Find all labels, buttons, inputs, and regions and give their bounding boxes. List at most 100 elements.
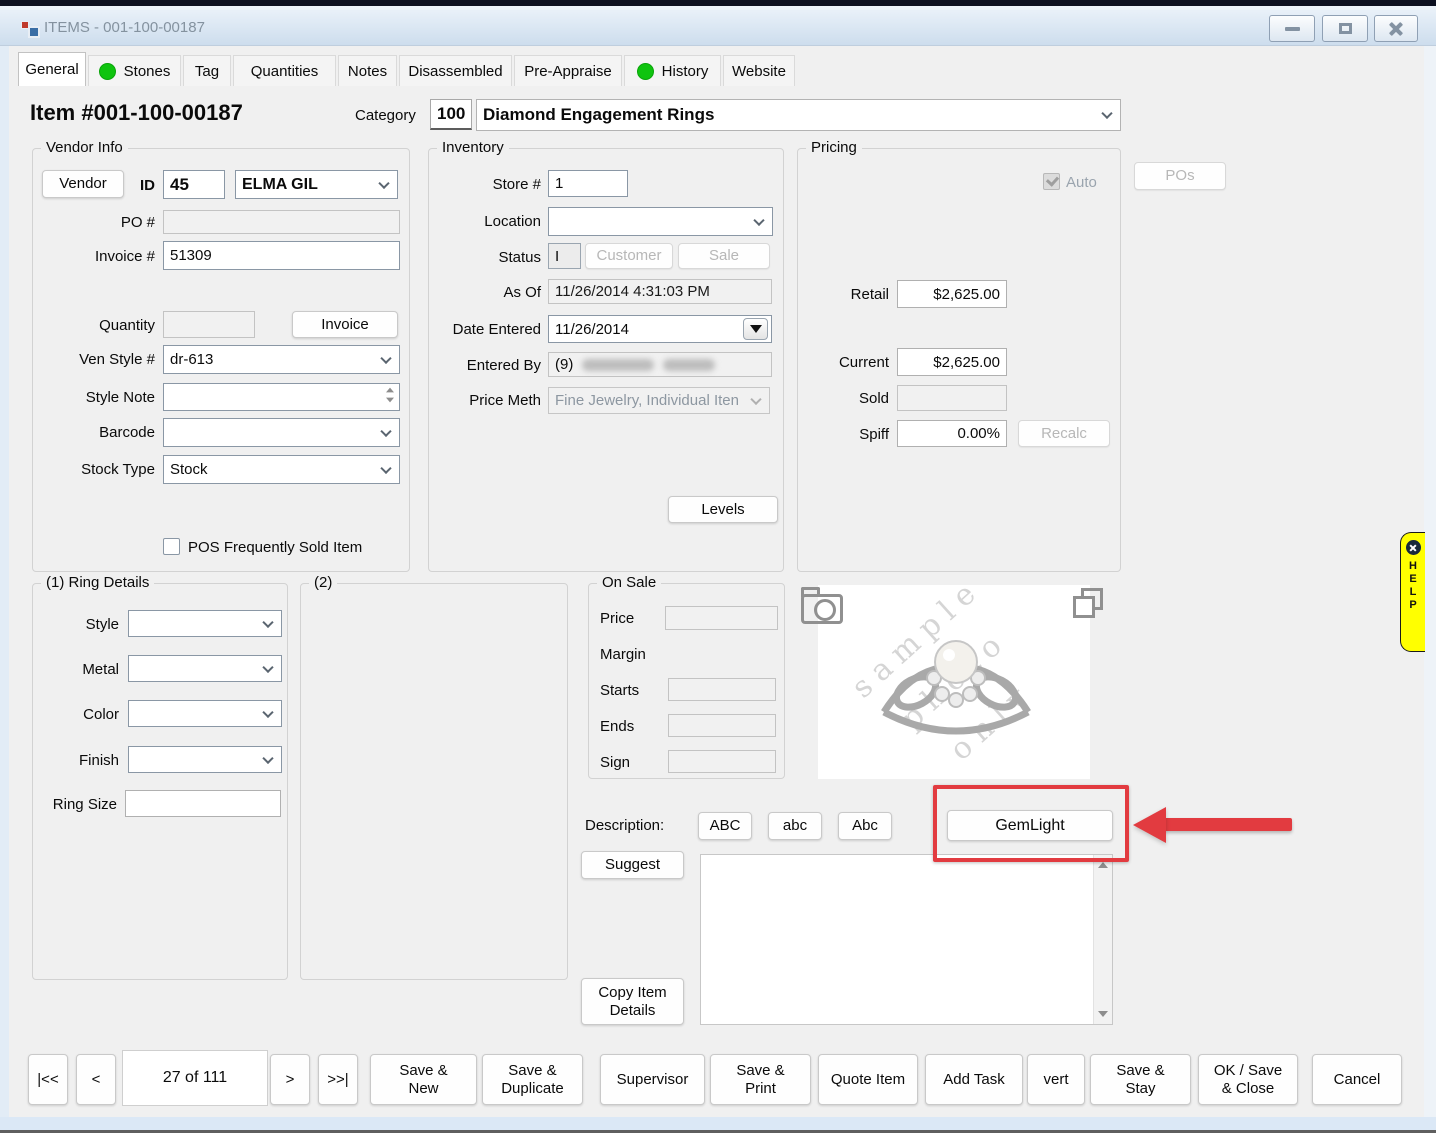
style-note-field[interactable] [163,383,400,411]
chevron-down-icon [1101,108,1112,119]
price-method-dropdown[interactable]: Fine Jewelry, Individual Iten [548,387,770,414]
sale-ends-field [668,714,776,737]
tab-tag[interactable]: Tag [183,55,231,86]
customer-button[interactable]: Customer [585,243,673,269]
store-number-field[interactable]: 1 [548,170,628,197]
barcode-dropdown[interactable] [163,418,400,447]
vendor-button[interactable]: Vendor [42,170,124,198]
tab-disassembled[interactable]: Disassembled [399,55,512,86]
po-number-field [163,210,400,234]
spinner-down-icon [386,398,394,403]
vendor-id-field[interactable]: 45 [163,170,225,199]
revert-button[interactable]: vert [1027,1054,1085,1105]
ven-style-label: Ven Style # [32,351,155,368]
chevron-down-icon [262,661,273,672]
items-window: ITEMS - 001-100-00187 General Stones Tag… [0,0,1436,1133]
chevron-down-icon [262,752,273,763]
scroll-up-icon[interactable] [1098,862,1108,868]
cancel-button[interactable]: Cancel [1312,1054,1402,1105]
camera-icon[interactable] [801,594,843,624]
tab-pre-appraise[interactable]: Pre-Appraise [514,55,622,86]
invoice-number-field[interactable]: 51309 [163,241,400,270]
redacted-name [582,359,654,371]
tab-general[interactable]: General [18,52,86,86]
invoice-button[interactable]: Invoice [292,311,398,338]
tab-notes[interactable]: Notes [338,55,397,86]
tab-stones[interactable]: Stones [88,55,181,86]
category-dropdown[interactable]: Diamond Engagement Rings [476,99,1121,131]
help-tab[interactable]: H E L P [1400,532,1425,652]
style-dropdown[interactable] [128,610,282,637]
save-and-new-button[interactable]: Save & New [370,1054,477,1105]
levels-button[interactable]: Levels [668,496,778,523]
description-scrollbar[interactable] [1093,855,1112,1024]
chevron-down-icon [380,462,391,473]
close-button[interactable] [1374,15,1418,42]
nav-next-button[interactable]: > [270,1054,310,1105]
maximize-button[interactable] [1322,15,1368,42]
spinner-control[interactable] [385,387,395,403]
sale-starts-field [668,678,776,701]
category-code-field[interactable]: 100 [430,99,472,130]
add-task-button[interactable]: Add Task [925,1054,1023,1105]
minimize-button[interactable] [1269,15,1315,42]
stock-type-dropdown[interactable]: Stock [163,455,400,484]
tab-quantities[interactable]: Quantities [233,55,336,86]
entered-by-field: (9) [548,352,772,377]
titlecase-button[interactable]: Abc [838,812,892,840]
sale-price-label: Price [600,610,634,627]
retail-price-field[interactable]: $2,625.00 [897,280,1007,308]
quote-item-button[interactable]: Quote Item [818,1054,918,1105]
color-label: Color [33,706,119,723]
date-dropdown-button[interactable] [743,318,768,340]
date-entered-field[interactable]: 11/26/2014 [548,315,772,343]
spiff-field[interactable]: 0.00% [897,420,1007,447]
ring-size-field[interactable] [125,790,281,817]
tab-website[interactable]: Website [723,55,795,86]
nav-last-button[interactable]: >>| [318,1054,358,1105]
description-textarea[interactable] [700,854,1113,1025]
pos-frequently-sold-checkbox[interactable] [163,538,180,555]
margin-label: Margin [600,646,646,663]
description-label: Description: [585,817,664,834]
chevron-down-icon [378,177,389,188]
location-dropdown[interactable] [548,207,773,236]
recalc-button[interactable]: Recalc [1018,420,1110,447]
color-dropdown[interactable] [128,700,282,727]
status-field[interactable]: I [548,243,581,269]
metal-dropdown[interactable] [128,655,282,682]
save-and-stay-button[interactable]: Save & Stay [1090,1054,1191,1105]
as-of-label: As Of [427,284,541,301]
supervisor-button[interactable]: Supervisor [600,1054,705,1105]
price-meth-label: Price Meth [427,392,541,409]
quantity-label: Quantity [32,317,155,334]
help-close-icon[interactable] [1406,540,1421,555]
save-and-print-button[interactable]: Save & Print [710,1054,811,1105]
save-and-duplicate-button[interactable]: Save & Duplicate [482,1054,583,1105]
auto-checkbox[interactable] [1043,173,1060,190]
copy-photo-icon[interactable] [1073,588,1107,620]
current-price-field[interactable]: $2,625.00 [897,348,1007,376]
finish-label: Finish [33,752,119,769]
starts-label: Starts [600,682,639,699]
pos-orders-button[interactable]: POs [1134,162,1226,190]
invoice-number-label: Invoice # [32,248,155,265]
nav-first-button[interactable]: |<< [28,1054,68,1105]
sale-button[interactable]: Sale [678,243,770,269]
ven-style-dropdown[interactable]: dr-613 [163,345,400,374]
uppercase-button[interactable]: ABC [698,812,752,840]
vendor-name-dropdown[interactable]: ELMA GIL [235,170,398,199]
tab-history[interactable]: History [624,55,721,86]
pos-frequently-sold-label: POS Frequently Sold Item [188,539,362,556]
maximize-icon [1339,23,1352,34]
lowercase-button[interactable]: abc [768,812,822,840]
copy-item-details-button[interactable]: Copy Item Details [581,978,684,1025]
entered-by-label: Entered By [427,357,541,374]
suggest-button[interactable]: Suggest [581,851,684,879]
nav-prev-button[interactable]: < [76,1054,116,1105]
finish-dropdown[interactable] [128,746,282,773]
sold-label: Sold [789,390,889,407]
scroll-down-icon[interactable] [1098,1011,1108,1017]
window-frame-left [0,46,9,1117]
ok-save-close-button[interactable]: OK / Save & Close [1198,1054,1298,1105]
